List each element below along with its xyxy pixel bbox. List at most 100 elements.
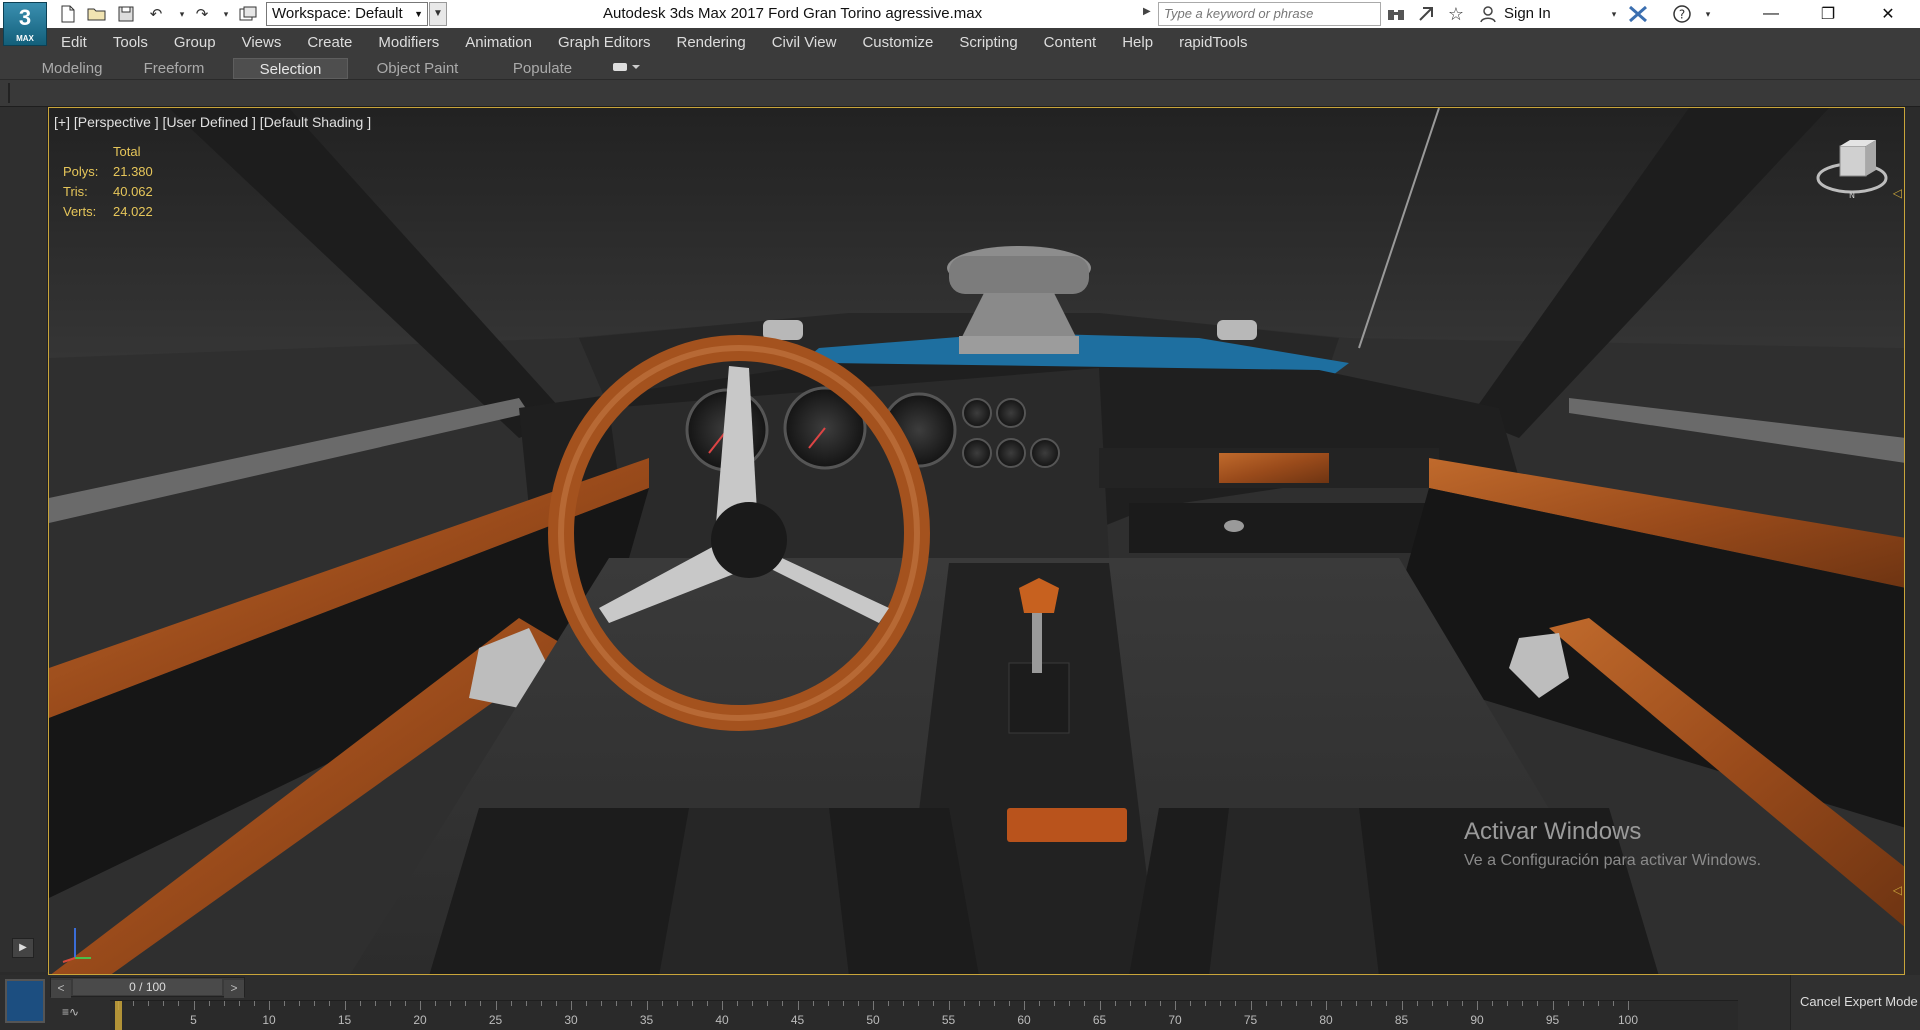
redo-icon[interactable]: ↷ [192,4,212,24]
timeline-tick [253,1001,255,1006]
timeline-tick [616,1001,618,1006]
menu-scripting[interactable]: Scripting [946,34,1030,51]
search-input[interactable]: Type a keyword or phrase [1158,2,1381,26]
restore-icon[interactable]: ❐ [1803,0,1853,28]
help-dropdown-icon[interactable]: ▾ [1698,4,1718,24]
timeline-tick [223,1001,225,1006]
menu-customize[interactable]: Customize [849,34,946,51]
menu-graph-editors[interactable]: Graph Editors [545,34,664,51]
tab-populate[interactable]: Populate [495,58,590,79]
sign-in-button[interactable]: Sign In [1504,5,1551,22]
menu-modifiers[interactable]: Modifiers [365,34,452,51]
project-folder-icon[interactable] [238,4,258,24]
tab-selection[interactable]: Selection [233,58,348,79]
timeline-tick [948,1001,950,1010]
timeline-tick-label: 30 [564,1013,578,1027]
new-file-icon[interactable] [58,4,78,24]
workspace-dropdown[interactable]: Workspace: Default ▼ [266,2,428,26]
menu-rapidtools[interactable]: rapidTools [1166,34,1260,51]
tab-modeling[interactable]: Modeling [30,58,114,79]
favorites-star-icon[interactable]: ☆ [1446,4,1466,24]
time-next-button[interactable]: > [224,980,244,998]
workspace-menu-button[interactable]: ▼ [429,2,447,26]
cancel-expert-mode-button[interactable]: Cancel Expert Mode [1800,994,1918,1009]
timeline-tick [329,1001,331,1006]
redo-dropdown-icon[interactable]: ▾ [216,4,236,24]
menu-bar: Edit Tools Group Views Create Modifiers … [48,28,1920,56]
open-folder-icon[interactable] [87,4,107,24]
timeline-tick [1205,1001,1207,1006]
help-icon[interactable]: ? [1672,4,1692,24]
menu-content[interactable]: Content [1031,34,1110,51]
search-expand-icon[interactable]: ▶ [1143,6,1151,17]
undo-icon[interactable]: ↶ [146,4,166,24]
communication-center-icon[interactable] [1416,4,1436,24]
time-slider-value[interactable]: 0 / 100 [73,979,222,995]
menu-create[interactable]: Create [294,34,365,51]
timeline-tick [238,1001,240,1006]
menu-civil-view[interactable]: Civil View [759,34,850,51]
viewport-label[interactable]: [+] [Perspective ] [User Defined ] [Defa… [54,114,371,130]
minimize-icon[interactable]: — [1746,0,1796,28]
menu-group[interactable]: Group [161,34,229,51]
time-prev-button[interactable]: < [51,980,71,998]
timeline-tick [601,1001,603,1006]
timeline-tick [1084,1001,1086,1006]
window-title: Autodesk 3ds Max 2017 Ford Gran Torino a… [603,5,983,22]
timeline-tick [797,1001,799,1010]
timeline-tick [873,1001,874,1010]
timeline-track[interactable]: 5 10 15 20 25 30 35 40 45 50 55 60 65 70 75 80 85 90 95 100 [110,1000,1738,1030]
viewport-edge-marker-top: ◁ [1892,186,1902,200]
stats-tris-value: 40.062 [113,184,153,199]
timeline-tick [1295,1001,1297,1006]
activation-watermark-title: Activar Windows [1464,818,1642,845]
play-animation-button[interactable]: ▶ [12,938,34,958]
time-slider[interactable]: < 0 / 100 > [50,977,245,998]
timeline-tick [299,1001,301,1006]
menu-rendering[interactable]: Rendering [663,34,758,51]
timeline-tick [495,1001,497,1010]
timeline-tick [193,1001,195,1010]
timeline-tick-label: 100 [1618,1013,1639,1027]
timeline-tick [1492,1001,1494,1006]
tab-object-paint[interactable]: Object Paint [365,58,470,79]
tab-freeform[interactable]: Freeform [132,58,216,79]
timeline-tick [918,1001,920,1006]
timeline-tick [465,1001,467,1006]
mini-viewport-button[interactable] [5,979,45,1023]
timeline-tick [420,1001,421,1010]
time-cursor[interactable] [115,1001,122,1030]
curve-editor-icon[interactable]: ≡∿ [62,1005,79,1019]
title-bar: 3 MAX ↶ ▾ ↷ ▾ Workspace: Default ▼ ▼ Autod… [0,0,1920,46]
menu-edit[interactable]: Edit [48,34,100,51]
timeline-tick [1326,1001,1327,1010]
menu-views[interactable]: Views [229,34,295,51]
viewport-edge-marker-bottom: ◁ [1892,883,1902,897]
undo-dropdown-icon[interactable]: ▾ [172,4,192,24]
close-icon[interactable]: ✕ [1863,0,1913,28]
timeline-ticks: 5 10 15 20 25 30 35 40 45 50 55 60 65 70 75 80 85 90 95 100 [110,1001,1738,1030]
timeline-tick [933,1001,935,1006]
ribbon-grip[interactable] [8,83,10,103]
viewcube[interactable]: N [1812,140,1892,200]
timeline-tick [1431,1001,1433,1006]
ribbon-minimize-toggle[interactable] [612,61,642,75]
timeline-tick [148,1001,150,1006]
app-logo[interactable]: 3 MAX [3,2,47,46]
menu-help[interactable]: Help [1109,34,1166,51]
timeline-tick [1144,1001,1146,1006]
timeline-tick [269,1001,270,1010]
exchange-apps-icon[interactable] [1628,4,1648,24]
timeline-tick [903,1001,905,1006]
timeline-tick [1008,1001,1010,1006]
menu-animation[interactable]: Animation [452,34,545,51]
timeline-tick-label: 55 [941,1013,956,1027]
timeline-tick [510,1001,512,1006]
timeline-tick [978,1001,980,1006]
save-icon[interactable] [116,4,136,24]
binoculars-icon[interactable] [1386,4,1406,24]
timeline-tick [722,1001,723,1010]
menu-tools[interactable]: Tools [100,34,161,51]
timeline-tick [1159,1001,1161,1006]
sign-in-dropdown-icon[interactable]: ▾ [1604,4,1624,24]
